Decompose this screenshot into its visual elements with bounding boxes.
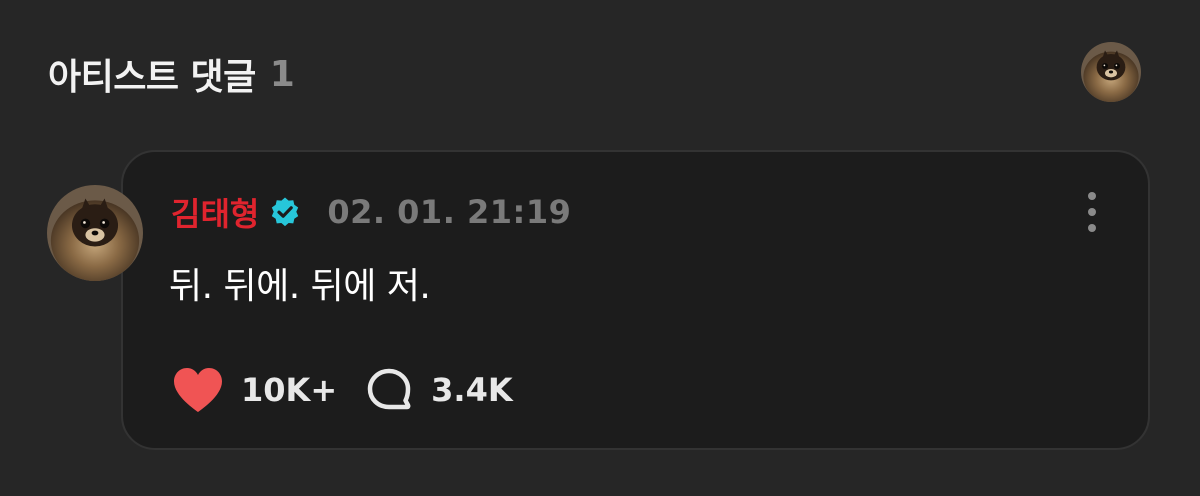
- comment-meta: 김태형 02. 01. 21:19: [171, 190, 571, 234]
- comment-card: 김태형 02. 01. 21:19 뒤. 뒤에. 뒤에 저. 10K+ 3.4K: [121, 150, 1150, 450]
- comment-timestamp: 02. 01. 21:19: [327, 193, 572, 231]
- dog-avatar-icon: [47, 185, 143, 281]
- author-name[interactable]: 김태형: [171, 189, 259, 235]
- more-dot: [1088, 224, 1096, 232]
- heart-icon: [174, 368, 222, 412]
- like-button[interactable]: 10K+: [171, 366, 337, 414]
- like-count: 10K+: [241, 371, 338, 409]
- comment-actions: 10K+ 3.4K: [171, 362, 513, 418]
- more-options-button[interactable]: [1084, 192, 1100, 232]
- more-dot: [1088, 208, 1096, 216]
- reply-count: 3.4K: [431, 371, 513, 409]
- comment-bubble-icon: [367, 368, 411, 410]
- header: 아티스트 댓글 1: [48, 50, 295, 99]
- more-vertical-icon: [1088, 192, 1096, 200]
- comment-count: 1: [269, 53, 295, 95]
- dog-avatar-icon: [1081, 42, 1141, 102]
- author-avatar[interactable]: [47, 185, 143, 281]
- page-title: 아티스트 댓글: [48, 57, 256, 98]
- header-avatar[interactable]: [1081, 42, 1141, 102]
- comment-body: 뒤. 뒤에. 뒤에 저.: [169, 266, 431, 307]
- reply-button[interactable]: 3.4K: [365, 366, 513, 414]
- verified-badge-icon: [272, 197, 299, 227]
